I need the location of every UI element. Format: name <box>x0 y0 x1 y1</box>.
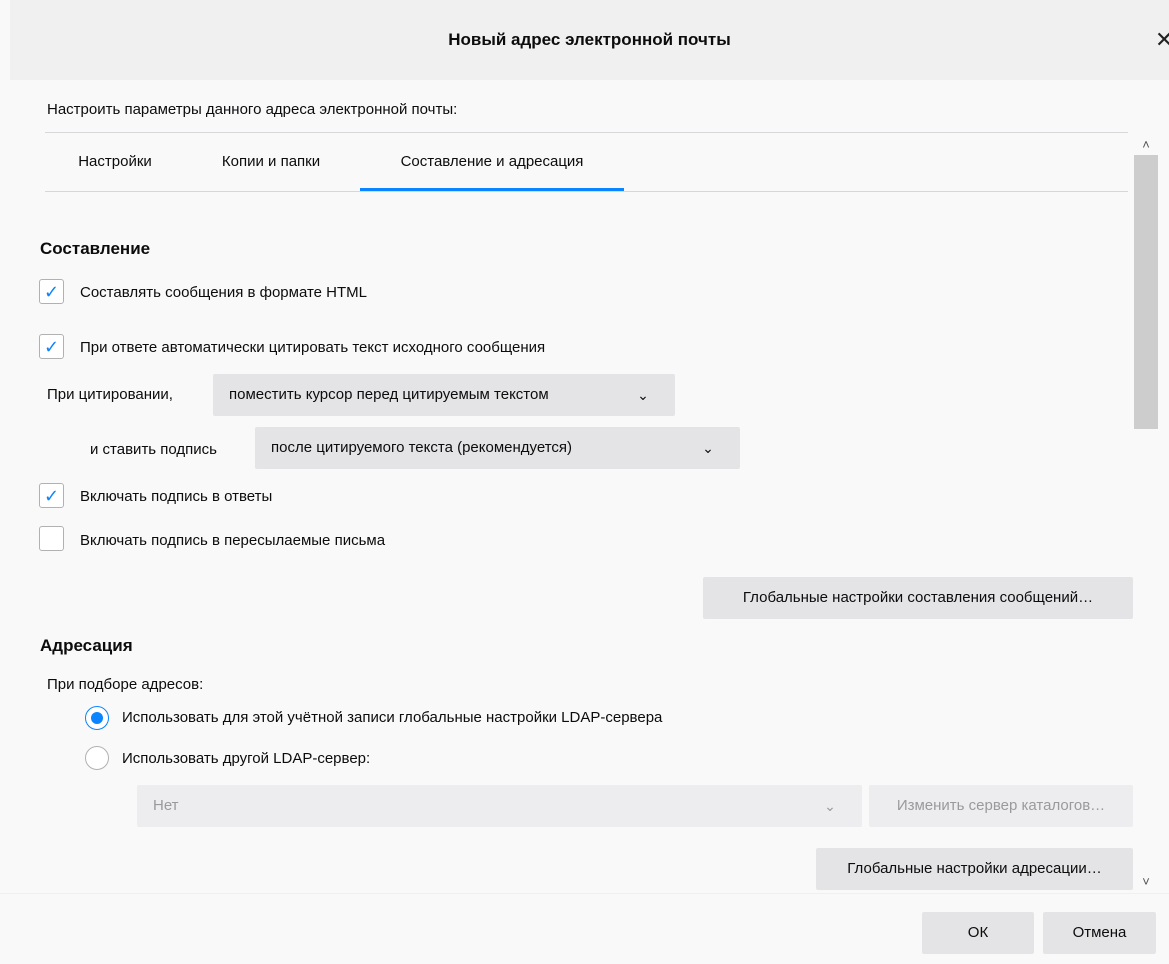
ldap-global-label: Использовать для этой учётной записи гло… <box>122 709 663 726</box>
ldap-global-radio[interactable] <box>85 706 109 730</box>
scroll-down-icon[interactable]: ˅ <box>1134 872 1158 892</box>
ldap-other-radio[interactable] <box>85 746 109 770</box>
scroll-up-icon[interactable]: ˄ <box>1134 135 1158 155</box>
signature-select-value: после цитируемого текста (рекомендуется) <box>271 439 573 456</box>
close-icon[interactable]: ✕ <box>1155 27 1169 53</box>
include-sig-forwards-checkbox[interactable] <box>39 526 64 551</box>
footer-separator <box>0 893 1169 894</box>
chevron-down-icon: ⌄ <box>702 440 714 456</box>
include-sig-forwards-label: Включать подпись в пересылаемые письма <box>80 532 386 549</box>
ok-button[interactable]: ОК <box>922 912 1034 954</box>
radio-dot <box>91 712 103 724</box>
quoting-select[interactable]: поместить курсор перед цитируемым тексто… <box>213 374 675 416</box>
html-format-checkbox[interactable]: ✓ <box>39 279 64 304</box>
tabs-divider-bottom <box>45 191 1128 192</box>
include-sig-replies-label: Включать подпись в ответы <box>80 488 273 505</box>
dialog-titlebar: Новый адрес электронной почты ✕ <box>10 0 1169 80</box>
dialog-title: Новый адрес электронной почты <box>448 30 731 49</box>
check-icon: ✓ <box>43 486 60 506</box>
addressing-subheading: При подборе адресов: <box>47 676 204 693</box>
signature-select[interactable]: после цитируемого текста (рекомендуется)… <box>255 427 740 469</box>
ldap-server-select-value: Нет <box>153 797 179 814</box>
edit-directory-server-button[interactable]: Изменить сервер каталогов… <box>869 785 1133 827</box>
tab-settings[interactable]: Настройки <box>60 133 170 191</box>
scrollbar-thumb[interactable] <box>1134 155 1158 429</box>
chevron-down-icon: ⌄ <box>637 387 649 403</box>
global-addressing-settings-button[interactable]: Глобальные настройки адресации… <box>816 848 1133 890</box>
signature-label: и ставить подпись <box>90 441 217 458</box>
check-icon: ✓ <box>43 337 60 357</box>
auto-quote-label: При ответе автоматически цитировать текс… <box>80 339 546 356</box>
ldap-other-label: Использовать другой LDAP-сервер: <box>122 750 371 767</box>
intro-text: Настроить параметры данного адреса элект… <box>47 101 458 118</box>
chevron-down-icon: ⌄ <box>824 798 836 814</box>
tab-copies-folders[interactable]: Копии и папки <box>196 133 346 191</box>
include-sig-replies-checkbox[interactable]: ✓ <box>39 483 64 508</box>
ldap-server-select[interactable]: Нет ⌄ <box>137 785 862 827</box>
auto-quote-checkbox[interactable]: ✓ <box>39 334 64 359</box>
check-icon: ✓ <box>43 282 60 302</box>
cancel-button[interactable]: Отмена <box>1043 912 1156 954</box>
global-composition-settings-button[interactable]: Глобальные настройки составления сообщен… <box>703 577 1133 619</box>
addressing-heading: Адресация <box>40 636 133 655</box>
tab-composition-addressing[interactable]: Составление и адресация <box>360 133 624 191</box>
quoting-label: При цитировании, <box>47 386 173 403</box>
composition-heading: Составление <box>40 239 151 258</box>
quoting-select-value: поместить курсор перед цитируемым тексто… <box>229 386 549 403</box>
html-format-label: Составлять сообщения в формате HTML <box>80 284 368 301</box>
